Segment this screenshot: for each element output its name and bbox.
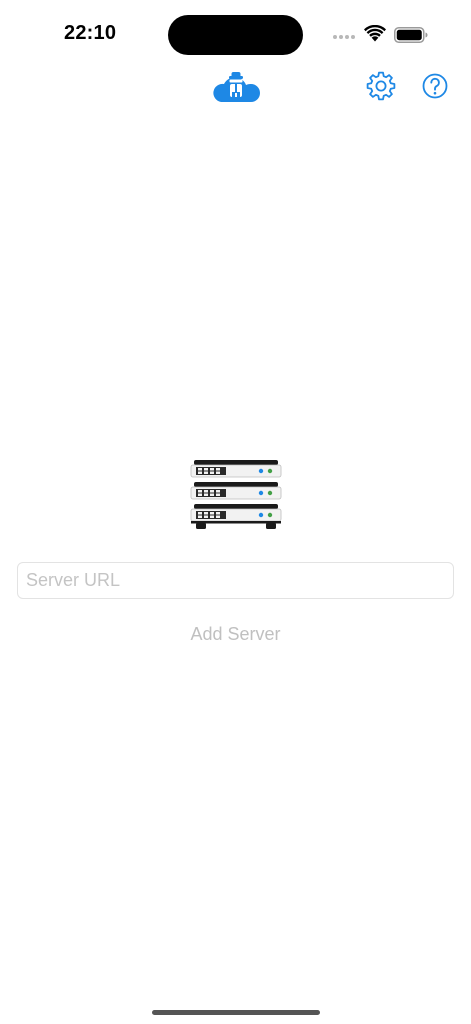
- home-indicator[interactable]: [152, 1010, 320, 1015]
- wifi-icon: [364, 25, 386, 42]
- server-url-input[interactable]: [17, 562, 454, 599]
- status-time: 22:10: [64, 22, 117, 44]
- settings-button[interactable]: [365, 70, 397, 102]
- server-rack-icon: [190, 460, 282, 529]
- battery-icon: [394, 27, 428, 43]
- nav-bar: [0, 64, 471, 108]
- add-server-button[interactable]: Add Server: [0, 620, 471, 648]
- cloud-agent-icon: [213, 72, 260, 102]
- dynamic-island: [168, 15, 303, 55]
- help-button[interactable]: [419, 70, 451, 102]
- status-bar: 22:10: [0, 0, 471, 70]
- signal-dots-icon: [333, 35, 357, 41]
- app-screen: 22:10 Server URL Add Server: [0, 0, 471, 1024]
